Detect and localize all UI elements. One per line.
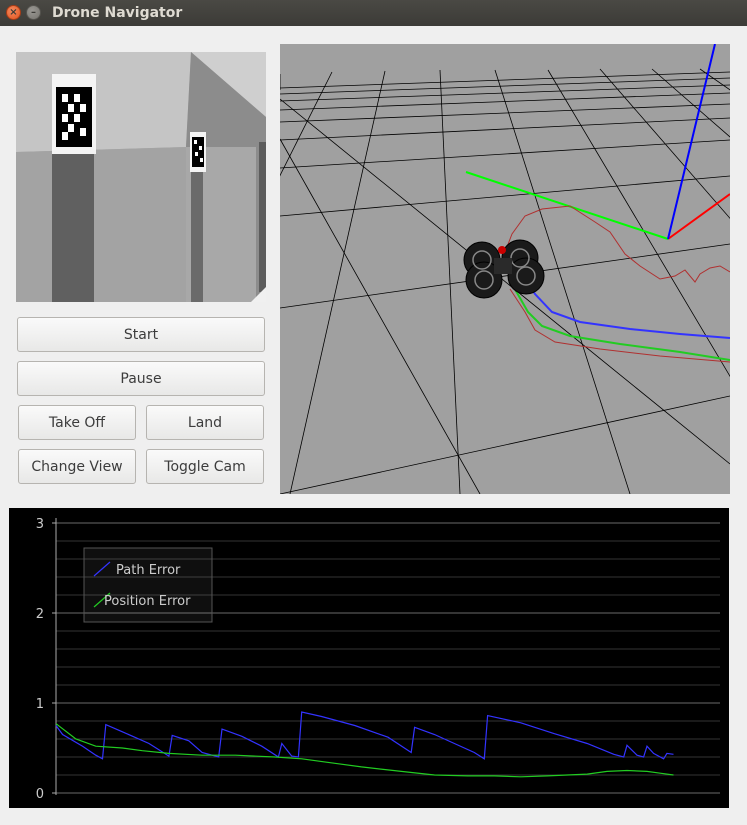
error-plot: 0 1 2 3 Path Error Position Error — [9, 508, 729, 808]
y-tick-label: 3 — [36, 517, 44, 532]
close-window-button[interactable]: × — [6, 5, 21, 20]
legend-path-error-label: Path Error — [116, 563, 181, 578]
minimize-window-button[interactable]: – — [26, 5, 41, 20]
drone-model — [463, 239, 545, 299]
minimize-icon: – — [31, 7, 36, 18]
aruco-marker-near — [52, 74, 96, 154]
legend-position-error-label: Position Error — [104, 594, 191, 609]
toggle-cam-button[interactable]: Toggle Cam — [146, 449, 264, 484]
legend-box — [83, 547, 213, 623]
position-error-line — [55, 723, 674, 778]
y-tick-label: 0 — [36, 787, 44, 802]
ground-grid — [280, 68, 730, 494]
aruco-marker-far — [190, 132, 206, 172]
start-button[interactable]: Start — [17, 317, 265, 352]
3d-scene-view[interactable] — [280, 44, 730, 494]
path-error-trace — [519, 271, 730, 339]
pause-button[interactable]: Pause — [17, 361, 265, 396]
camera-feed — [16, 52, 266, 302]
position-error-trace — [511, 283, 730, 361]
take-off-button[interactable]: Take Off — [18, 405, 136, 440]
y-tick-label: 2 — [36, 607, 44, 622]
window-title: Drone Navigator — [52, 5, 183, 21]
title-bar: × – Drone Navigator — [0, 0, 747, 26]
y-axis — [465, 171, 669, 240]
close-icon: × — [9, 7, 18, 18]
y-tick-label: 1 — [36, 697, 44, 712]
land-button[interactable]: Land — [146, 405, 264, 440]
change-view-button[interactable]: Change View — [18, 449, 136, 484]
